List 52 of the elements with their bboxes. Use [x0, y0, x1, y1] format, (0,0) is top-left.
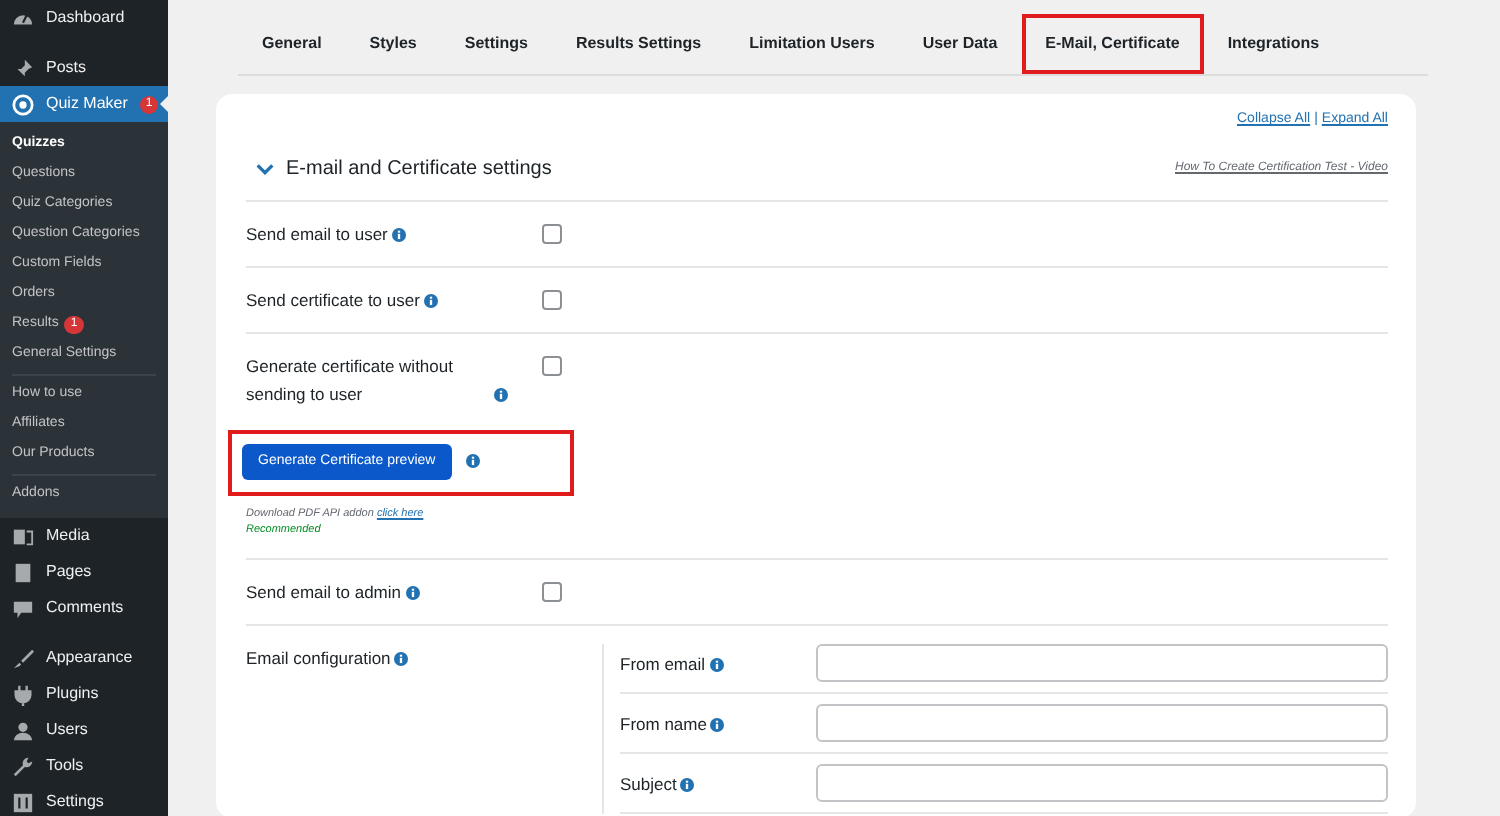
sidebar-menu-item[interactable]: Media	[0, 518, 168, 554]
plug-icon	[12, 683, 34, 705]
sidebar-menu-item[interactable]: Pages	[0, 554, 168, 590]
tab[interactable]: User Data	[898, 14, 1022, 74]
tab[interactable]: E-Mail, Certificate	[1021, 14, 1204, 74]
checkbox[interactable]	[542, 289, 562, 309]
info-icon	[405, 585, 419, 599]
section-title[interactable]: E-mail and Certificate settings	[286, 153, 552, 183]
sidebar-menu-item[interactable]: Users	[0, 712, 168, 748]
field-label: From name	[620, 713, 707, 733]
setting-label: Send email to user	[246, 223, 388, 243]
info-icon	[709, 657, 724, 671]
checkbox[interactable]	[542, 355, 562, 375]
wrench-icon	[12, 755, 34, 777]
media-icon	[12, 525, 34, 547]
brush-icon	[12, 647, 34, 669]
tab[interactable]: Limitation Users	[725, 14, 899, 74]
user-icon	[12, 719, 34, 741]
info-icon	[394, 651, 409, 665]
setting-label: Generate certificate without sending to user	[246, 353, 455, 407]
setting-label: Send certificate to user	[246, 289, 420, 309]
info-icon	[465, 454, 480, 469]
info-icon	[391, 227, 406, 241]
sidebar-menu-item[interactable]: Dashboard	[0, 0, 168, 36]
checkbox[interactable]	[542, 581, 562, 601]
sidebar-menu-item[interactable]: Tools	[0, 748, 168, 784]
tab[interactable]: Styles	[345, 14, 441, 74]
info-icon	[494, 387, 508, 401]
tab[interactable]: General	[238, 14, 346, 74]
comment-icon	[12, 597, 34, 619]
sidebar-menu-item[interactable]: Posts	[0, 50, 168, 86]
info-icon	[423, 293, 438, 307]
field-label: From email	[620, 653, 706, 673]
text-input[interactable]	[816, 643, 1388, 681]
page-icon	[12, 561, 34, 583]
setting-label: Email configuration	[246, 647, 391, 667]
quiz-logo-icon	[12, 93, 34, 115]
sidebar-menu-item[interactable]: Comments	[0, 590, 168, 626]
setting-label: Send email to admin	[246, 581, 401, 601]
text-input[interactable]	[816, 763, 1388, 801]
sidebar-menu-item[interactable]: Appearance	[0, 640, 168, 676]
text-input[interactable]	[816, 703, 1388, 741]
checkbox[interactable]	[542, 223, 562, 243]
tab[interactable]: Integrations	[1203, 14, 1344, 74]
sidebar-menu-item[interactable]: Plugins	[0, 676, 168, 712]
info-icon	[680, 777, 695, 791]
info-icon	[710, 717, 725, 731]
sidebar-menu-item[interactable]: Settings	[0, 784, 168, 816]
tab[interactable]: Results Settings	[551, 14, 726, 74]
tab[interactable]: Settings	[440, 14, 552, 74]
field-label: Subject	[620, 773, 677, 793]
pin-icon	[12, 57, 34, 79]
